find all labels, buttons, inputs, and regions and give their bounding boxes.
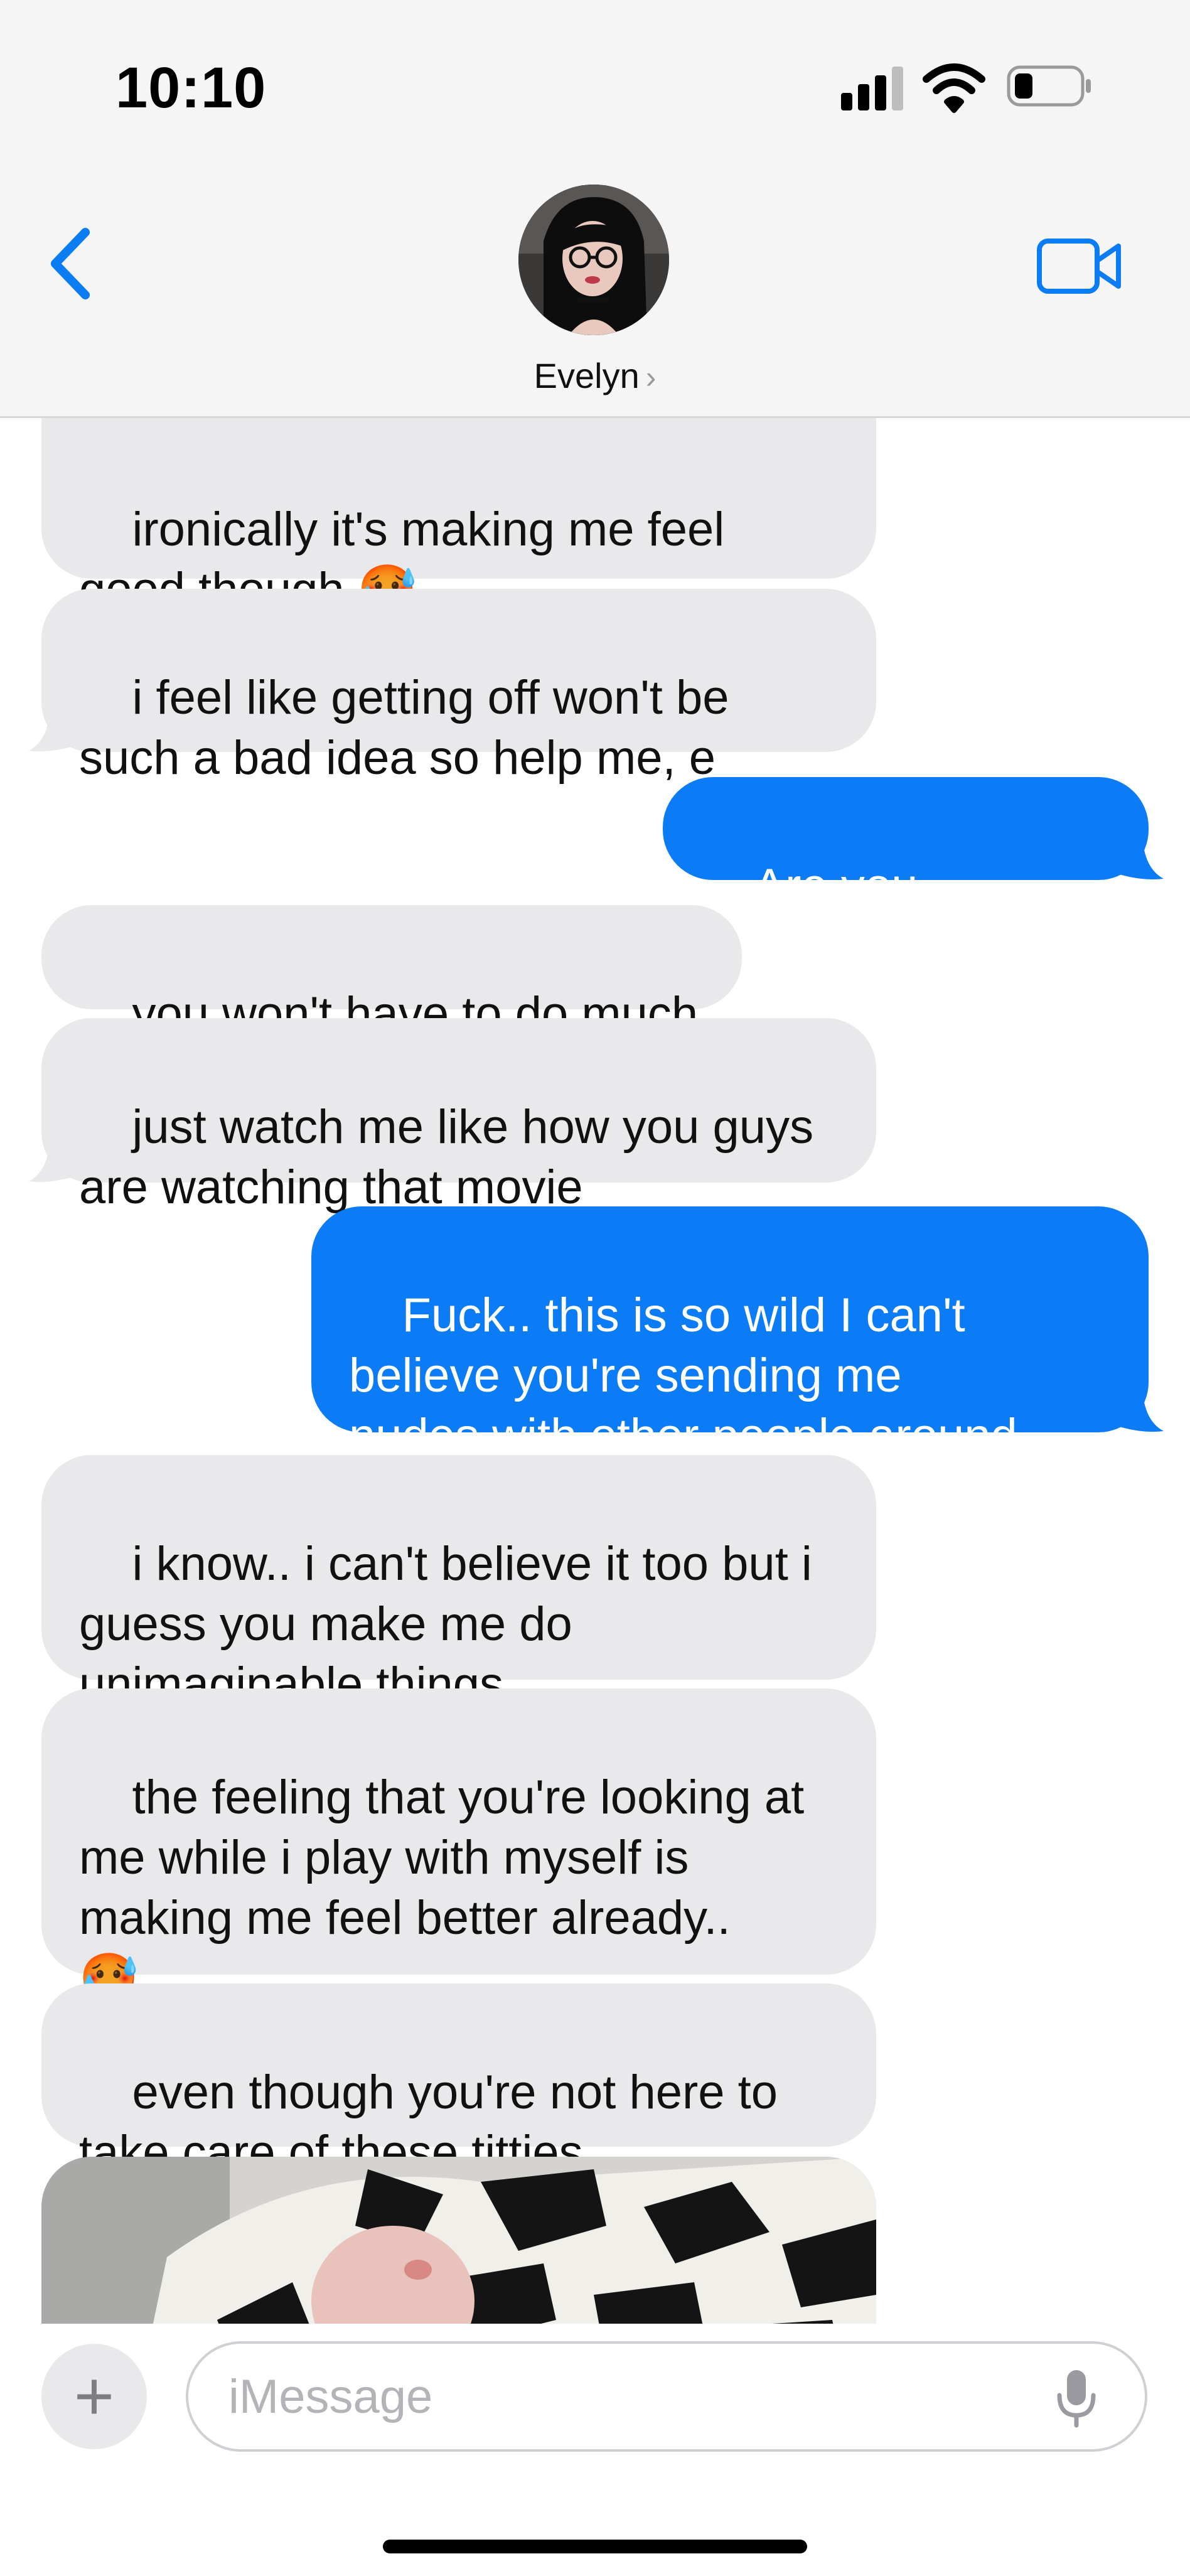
bubble-tail xyxy=(1117,830,1164,879)
status-time: 10:10 xyxy=(115,56,267,120)
message-bubble-incoming[interactable]: the feeling that you're looking at me wh… xyxy=(41,1688,876,2005)
bubble-tail xyxy=(29,1132,75,1182)
imessage-input[interactable] xyxy=(186,2341,1147,2452)
message-bubble-incoming[interactable]: i know.. i can't believe it too but i gu… xyxy=(41,1455,876,1711)
avatar-portrait xyxy=(518,185,669,335)
cellular-signal-icon xyxy=(841,65,904,110)
message-thread[interactable]: ironically it's making me feel good thou… xyxy=(0,418,1190,2324)
photo-attachment[interactable] xyxy=(41,2157,876,2324)
conversation-header: 10:10 Evelyn › xyxy=(0,0,1190,418)
message-text: the feeling that you're looking at me wh… xyxy=(79,1771,805,2005)
message-text: Fuck.. this is so wild I can't believe y… xyxy=(349,1289,1017,1462)
contact-name-label[interactable]: Evelyn › xyxy=(0,355,1190,396)
message-bubble-incoming[interactable]: just watch me like how you guys are watc… xyxy=(41,1018,876,1214)
chevron-right-icon: › xyxy=(645,360,657,395)
battery-icon xyxy=(1007,65,1091,107)
contact-name[interactable]: Evelyn xyxy=(534,356,640,395)
wifi-icon xyxy=(923,63,985,113)
video-camera-icon[interactable] xyxy=(1036,235,1123,298)
contact-avatar[interactable] xyxy=(518,185,669,335)
message-text: i know.. i can't believe it too but i gu… xyxy=(79,1537,812,1711)
message-bubble-incoming[interactable]: even though you're not here to take care… xyxy=(41,1983,876,2179)
message-bubble-incoming[interactable]: i feel like getting off won't be such a … xyxy=(41,589,876,785)
message-bubble-incoming[interactable]: ironically it's making me feel good thou… xyxy=(41,418,876,616)
message-bubble-outgoing[interactable]: Are you serious..? xyxy=(663,777,1149,973)
message-bubble-incoming[interactable]: you won't have to do much xyxy=(41,905,742,1041)
photo-attachment-image xyxy=(41,2157,876,2324)
message-bubble-outgoing[interactable]: Fuck.. this is so wild I can't believe y… xyxy=(311,1206,1149,1462)
message-text: i feel like getting off won't be such a … xyxy=(79,671,729,785)
chevron-left-icon[interactable] xyxy=(46,226,97,301)
add-attachment-button[interactable]: + xyxy=(41,2344,147,2449)
bubble-tail xyxy=(29,702,75,751)
bubble-tail xyxy=(1117,1382,1164,1432)
microphone-icon[interactable] xyxy=(1054,2368,1098,2428)
home-indicator[interactable] xyxy=(383,2540,807,2553)
message-text: just watch me like how you guys are watc… xyxy=(79,1100,814,1214)
